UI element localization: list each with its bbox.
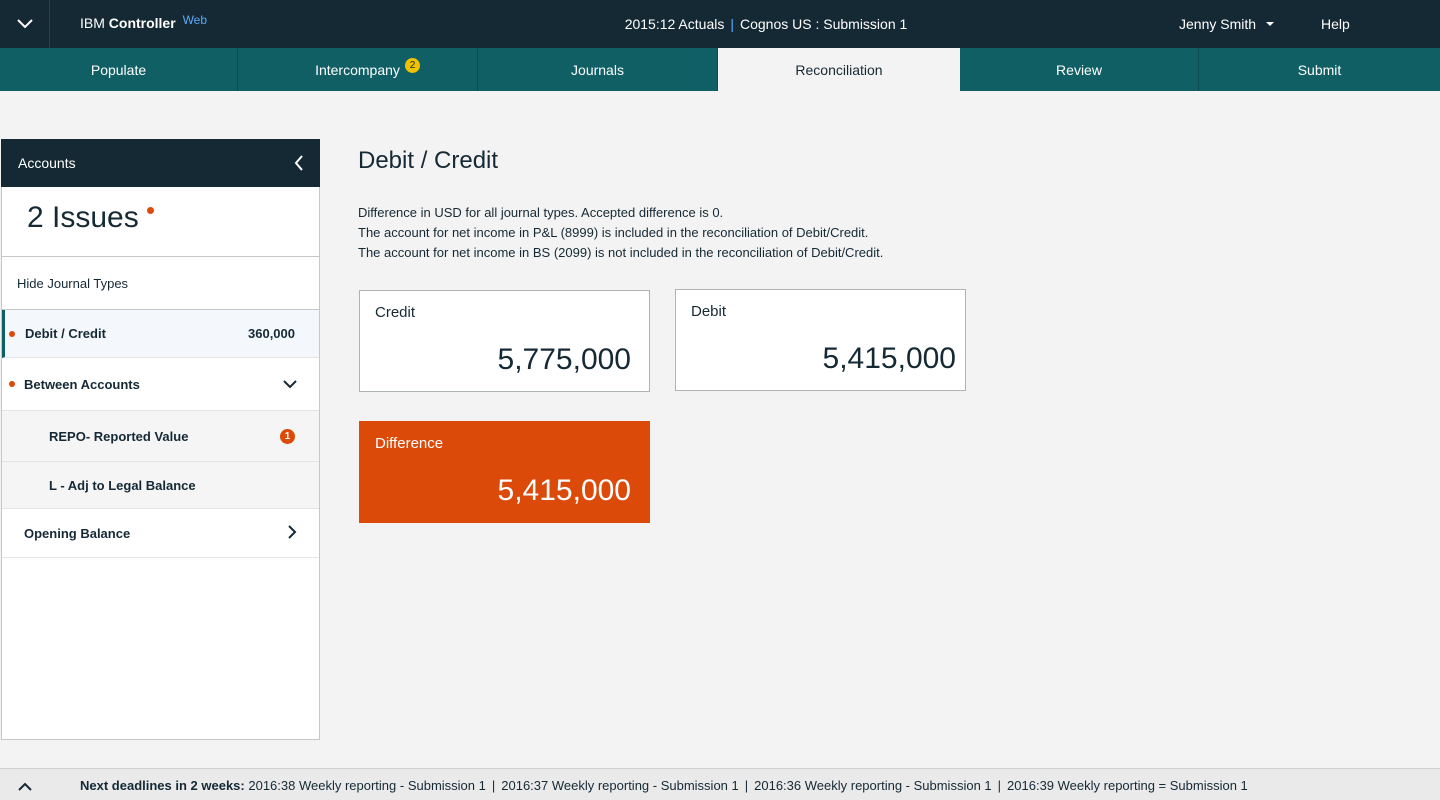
- deadlines-prefix: Next deadlines in 2 weeks:: [80, 778, 245, 793]
- deadline-separator: |: [744, 778, 749, 793]
- sidebar-item-label: Debit / Credit: [25, 326, 106, 341]
- top-bar: IBM Controller Web 2015:12 Actuals | Cogno…: [0, 0, 1440, 48]
- issue-indicator-dot: [147, 207, 154, 214]
- deadline-item[interactable]: 2016:38 Weekly reporting - Submission 1: [248, 778, 486, 793]
- sidebar-title: Accounts: [18, 155, 76, 171]
- description-line: Difference in USD for all journal types.…: [358, 205, 724, 220]
- sidebar-item-label: Opening Balance: [24, 525, 131, 541]
- deadline-item[interactable]: 2016:39 Weekly reporting = Submission 1: [1007, 778, 1248, 793]
- sidebar-item-label: Between Accounts: [24, 376, 140, 392]
- hide-journal-types-toggle[interactable]: Hide Journal Types: [2, 257, 319, 310]
- brand-ibm: IBM: [80, 15, 105, 31]
- chevron-down-icon: [283, 377, 297, 392]
- issue-dot: [9, 330, 15, 337]
- sidebar-item-label: L - Adj to Legal Balance: [49, 477, 196, 493]
- difference-card: Difference 5,415,000: [359, 421, 650, 523]
- issue-dot: [9, 381, 15, 387]
- chevron-up-icon: [18, 782, 32, 791]
- deadline-separator: |: [997, 778, 1002, 793]
- menu-toggle-button[interactable]: [0, 0, 50, 48]
- deadlines-text: Next deadlines in 2 weeks: 2016:38 Weekl…: [80, 778, 1248, 793]
- tab-label: Reconciliation: [795, 61, 883, 78]
- workflow-tabs: Populate Intercompany 2 Journals Reconci…: [0, 48, 1440, 91]
- credit-amount: 5,775,000: [497, 343, 631, 376]
- sidebar-item-value: 360,000: [248, 326, 295, 341]
- chevron-right-icon: [288, 524, 297, 542]
- context-separator: |: [730, 16, 734, 32]
- sidebar-subitem-adj-legal-balance[interactable]: L - Adj to Legal Balance: [2, 462, 319, 509]
- chevron-left-icon: [294, 155, 303, 171]
- tab-label: Populate: [90, 61, 147, 78]
- tab-journals[interactable]: Journals: [478, 48, 718, 91]
- deadlines-footer: Next deadlines in 2 weeks: 2016:38 Weekl…: [0, 768, 1440, 800]
- difference-amount: 5,415,000: [497, 474, 631, 507]
- issue-count-badge: 1: [280, 428, 295, 444]
- reconciliation-description: Difference in USD for all journal types.…: [358, 203, 883, 263]
- difference-label: Difference: [375, 435, 444, 452]
- accounts-sidebar: Accounts 2 Issues Hide Journal Types Deb…: [1, 139, 320, 740]
- expand-footer-button[interactable]: [18, 779, 32, 794]
- chevron-down-icon: [16, 19, 33, 29]
- period-label: 2015:12 Actuals: [624, 16, 725, 32]
- app-brand: IBM Controller Web: [80, 13, 208, 31]
- user-menu[interactable]: Jenny Smith: [1179, 16, 1275, 32]
- credit-label: Credit: [375, 304, 416, 321]
- notification-badge: 2: [405, 58, 420, 73]
- user-name: Jenny Smith: [1179, 16, 1257, 32]
- tab-label: Journals: [571, 61, 624, 78]
- sidebar-header: Accounts: [1, 139, 320, 187]
- deadline-item[interactable]: 2016:37 Weekly reporting - Submission 1: [501, 778, 739, 793]
- deadline-item[interactable]: 2016:36 Weekly reporting - Submission 1: [754, 778, 992, 793]
- tab-label: Review: [1056, 61, 1102, 78]
- tab-populate[interactable]: Populate: [0, 48, 238, 91]
- sidebar-item-label: REPO- Reported Value: [49, 428, 189, 444]
- hide-journal-types-label: Hide Journal Types: [17, 275, 129, 291]
- submission-label: Cognos US : Submission 1: [739, 16, 908, 32]
- caret-down-icon: [1266, 22, 1275, 26]
- description-line: The account for net income in P&L (8999)…: [358, 225, 869, 240]
- tab-reconciliation[interactable]: Reconciliation: [718, 48, 960, 91]
- description-line: The account for net income in BS (2099) …: [358, 245, 884, 260]
- tab-review[interactable]: Review: [960, 48, 1199, 91]
- brand-web: Web: [182, 13, 208, 27]
- tab-submit[interactable]: Submit: [1199, 48, 1440, 91]
- issues-summary: 2 Issues: [2, 187, 319, 257]
- debit-amount: 5,415,000: [822, 342, 956, 375]
- tab-label: Submit: [1297, 61, 1342, 78]
- brand-product: Controller: [108, 15, 176, 31]
- credit-card: Credit 5,775,000: [359, 290, 650, 392]
- debit-card: Debit 5,415,000: [675, 289, 966, 391]
- collapse-sidebar-button[interactable]: [294, 155, 304, 174]
- sidebar-item-between-accounts[interactable]: Between Accounts: [2, 358, 319, 411]
- debit-label: Debit: [691, 303, 727, 320]
- tab-intercompany[interactable]: Intercompany 2: [238, 48, 478, 91]
- deadline-separator: |: [491, 778, 496, 793]
- sidebar-item-opening-balance[interactable]: Opening Balance: [2, 509, 319, 558]
- sidebar-subitem-repo-reported-value[interactable]: REPO- Reported Value 1: [2, 411, 319, 462]
- issues-count: 2 Issues: [27, 201, 139, 234]
- tab-label: Intercompany: [315, 61, 400, 78]
- help-link[interactable]: Help: [1321, 16, 1350, 32]
- page-title: Debit / Credit: [358, 147, 499, 174]
- sidebar-item-debit-credit[interactable]: Debit / Credit 360,000: [2, 310, 319, 358]
